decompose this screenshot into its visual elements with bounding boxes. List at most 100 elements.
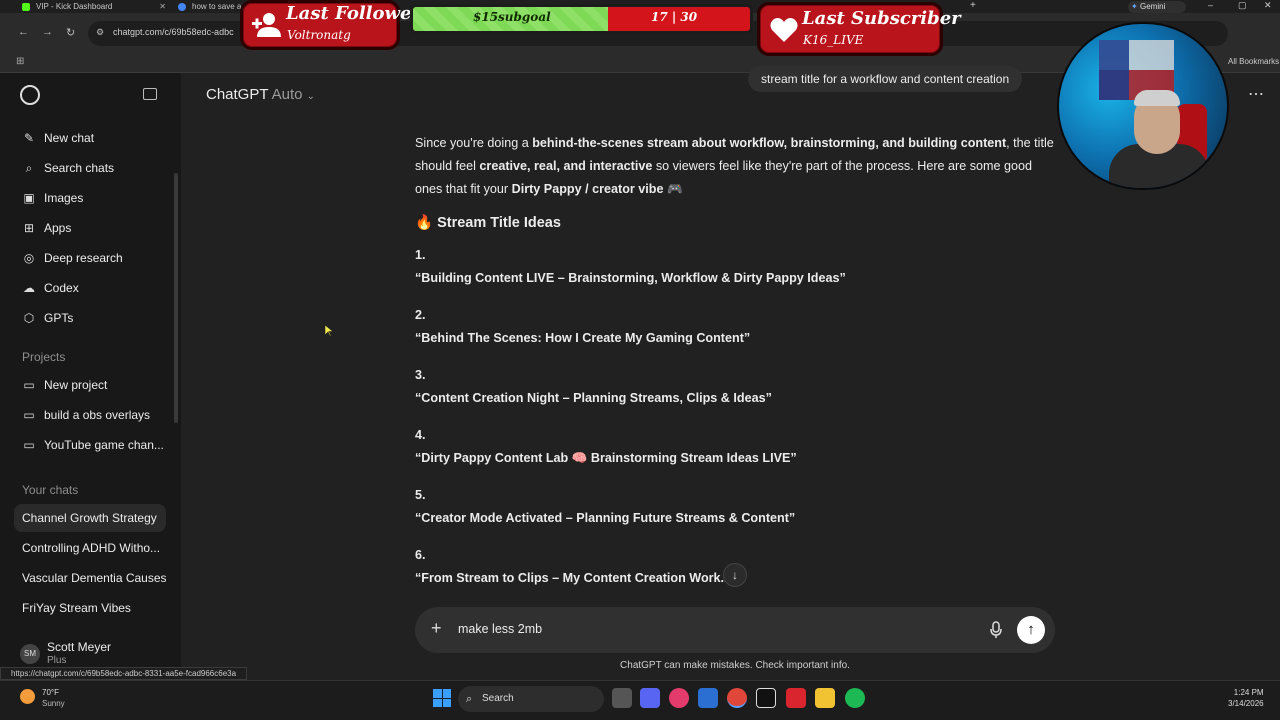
sidebar-item-project-youtube[interactable]: ▭ YouTube game chan... bbox=[14, 431, 169, 459]
send-button[interactable]: ↑ bbox=[1017, 616, 1045, 644]
scroll-down-icon[interactable]: ↓ bbox=[723, 563, 747, 587]
model-mode: Auto bbox=[271, 86, 303, 103]
close-window-button[interactable]: ✕ bbox=[1264, 0, 1272, 11]
sidebar-item-project-obs-overlays[interactable]: ▭ build a obs overlays bbox=[14, 401, 169, 429]
discord-icon[interactable] bbox=[640, 688, 660, 708]
maximize-button[interactable]: ▢ bbox=[1238, 0, 1247, 11]
sidebar-item-label: Search chats bbox=[44, 161, 115, 175]
openai-logo-icon[interactable] bbox=[20, 85, 40, 105]
toggle-sidebar-icon[interactable] bbox=[143, 88, 157, 100]
map-pin-icon[interactable] bbox=[669, 688, 689, 708]
sub-goal-progress-bar: $15subgoal 17 | 30 bbox=[410, 4, 753, 34]
gemini-button[interactable]: ✦ Gemini bbox=[1128, 1, 1186, 13]
windows-start-icon[interactable] bbox=[433, 689, 451, 707]
site-info-icon[interactable]: ⚙ bbox=[96, 27, 104, 38]
gamepad-icon: 🎮 bbox=[663, 182, 683, 196]
tab-kick-dashboard[interactable]: VIP - Kick Dashboard ✕ bbox=[16, 0, 172, 13]
minimize-button[interactable]: – bbox=[1208, 0, 1213, 10]
chat-item[interactable]: Controlling ADHD Witho... bbox=[14, 534, 166, 562]
folder-icon: ▭ bbox=[23, 408, 35, 422]
user-name: Scott Meyer bbox=[47, 640, 112, 654]
tab-google-search[interactable]: how to save a bbox=[172, 0, 242, 13]
apps-grid-icon[interactable]: ⊞ bbox=[16, 56, 24, 67]
forward-icon[interactable]: → bbox=[42, 26, 53, 38]
idea-number: 5. bbox=[415, 488, 426, 502]
goal-label: $15subgoal bbox=[473, 10, 551, 24]
file-explorer-icon[interactable] bbox=[815, 688, 835, 708]
sidebar-item-apps[interactable]: ⊞ Apps bbox=[14, 214, 169, 242]
sidebar-item-new-chat[interactable]: ✎ New chat bbox=[14, 124, 169, 152]
more-options-icon[interactable]: ⋯ bbox=[1248, 84, 1265, 104]
spotify-icon[interactable] bbox=[845, 688, 865, 708]
intro-emphasis: creative, real, and interactive bbox=[479, 159, 653, 173]
idea-number: 6. bbox=[415, 548, 426, 562]
sidebar-item-label: GPTs bbox=[44, 311, 74, 325]
apps-icon: ⊞ bbox=[23, 221, 35, 235]
add-user-icon bbox=[252, 13, 281, 37]
codex-icon: ☁ bbox=[23, 281, 35, 295]
user-message: stream title for a workflow and content … bbox=[748, 66, 1023, 92]
task-view-icon[interactable] bbox=[612, 688, 632, 708]
reload-icon[interactable]: ↻ bbox=[66, 26, 75, 39]
sidebar-item-search-chats[interactable]: ⌕ Search chats bbox=[14, 154, 169, 182]
section-title: 🔥 Stream Title Ideas bbox=[415, 214, 561, 231]
folder-icon: ▭ bbox=[23, 378, 35, 392]
weather-temp: 70°F bbox=[42, 688, 59, 697]
clock-time: 1:24 PM bbox=[1233, 688, 1264, 697]
capcut-icon[interactable] bbox=[756, 688, 776, 708]
deep-research-icon: ◎ bbox=[23, 251, 35, 265]
google-icon bbox=[178, 3, 186, 11]
user-plan: Plus bbox=[47, 655, 67, 666]
chat-item[interactable]: FriYay Stream Vibes bbox=[14, 594, 166, 622]
intro-emphasis: Dirty Pappy / creator vibe bbox=[511, 182, 664, 196]
app-icon[interactable] bbox=[698, 688, 718, 708]
chat-item[interactable]: Channel Growth Strategy bbox=[14, 504, 166, 532]
sidebar-item-gpts[interactable]: ⬡ GPTs bbox=[14, 304, 169, 332]
x-app-icon[interactable] bbox=[786, 688, 806, 708]
fire-icon: 🔥 bbox=[415, 215, 434, 231]
sidebar-item-codex[interactable]: ☁ Codex bbox=[14, 274, 169, 302]
close-icon[interactable]: ✕ bbox=[159, 0, 166, 13]
sidebar-item-label: YouTube game chan... bbox=[44, 438, 164, 452]
prompt-input[interactable]: make less 2mb bbox=[458, 622, 542, 636]
idea-title: “Dirty Pappy Content Lab 🧠 Brainstorming… bbox=[415, 451, 797, 465]
idea-title: “Behind The Scenes: How I Create My Gami… bbox=[415, 331, 751, 345]
taskbar-search[interactable]: ⌕ Search bbox=[458, 686, 604, 712]
chevron-down-icon: ⌄ bbox=[306, 91, 316, 102]
system-clock[interactable]: 1:24 PM 3/14/2026 bbox=[1228, 687, 1264, 709]
microphone-icon[interactable] bbox=[989, 621, 1003, 639]
model-selector[interactable]: ChatGPT Auto ⌄ bbox=[206, 86, 315, 103]
plus-icon[interactable]: + bbox=[431, 618, 442, 639]
sidebar-item-images[interactable]: ▣ Images bbox=[14, 184, 169, 212]
gpts-icon: ⬡ bbox=[23, 311, 35, 325]
all-bookmarks-link[interactable]: All Bookmarks bbox=[1228, 57, 1279, 66]
projects-heading: Projects bbox=[22, 350, 66, 364]
sidebar-item-deep-research[interactable]: ◎ Deep research bbox=[14, 244, 169, 272]
chat-item[interactable]: Vascular Dementia Causes bbox=[14, 564, 166, 592]
sidebar-scrollbar[interactable] bbox=[174, 173, 178, 423]
gemini-icon: ✦ bbox=[1131, 2, 1138, 11]
sidebar-item-label: Deep research bbox=[44, 251, 123, 265]
webcam-feed bbox=[1057, 22, 1229, 190]
idea-title: “From Stream to Clips – My Content Creat… bbox=[415, 571, 738, 585]
back-icon[interactable]: ← bbox=[18, 26, 29, 38]
sidebar-item-label: build a obs overlays bbox=[44, 408, 151, 422]
sidebar-item-label: New chat bbox=[44, 131, 95, 145]
idea-number: 4. bbox=[415, 428, 426, 442]
disclaimer: ChatGPT can make mistakes. Check importa… bbox=[620, 660, 850, 671]
clock-date: 3/14/2026 bbox=[1228, 699, 1264, 708]
sidebar-item-new-project[interactable]: ▭ New project bbox=[14, 371, 169, 399]
idea-number: 2. bbox=[415, 308, 426, 322]
subscriber-title: Last Subscriber bbox=[802, 8, 961, 29]
mouse-cursor-icon bbox=[325, 325, 333, 337]
last-subscriber-overlay: Last Subscriber K16_LIVE bbox=[757, 2, 961, 56]
heart-icon bbox=[770, 18, 798, 42]
new-tab-button[interactable]: + bbox=[970, 0, 976, 11]
avatar: SM bbox=[20, 644, 40, 664]
subscriber-name: K16_LIVE bbox=[803, 33, 864, 47]
chrome-icon[interactable] bbox=[727, 688, 747, 708]
kick-icon bbox=[22, 3, 30, 11]
weather-desc: Sunny bbox=[42, 699, 65, 708]
goal-count: 17 | 30 bbox=[651, 10, 698, 24]
message-composer: + make less 2mb ↑ bbox=[415, 607, 1055, 653]
